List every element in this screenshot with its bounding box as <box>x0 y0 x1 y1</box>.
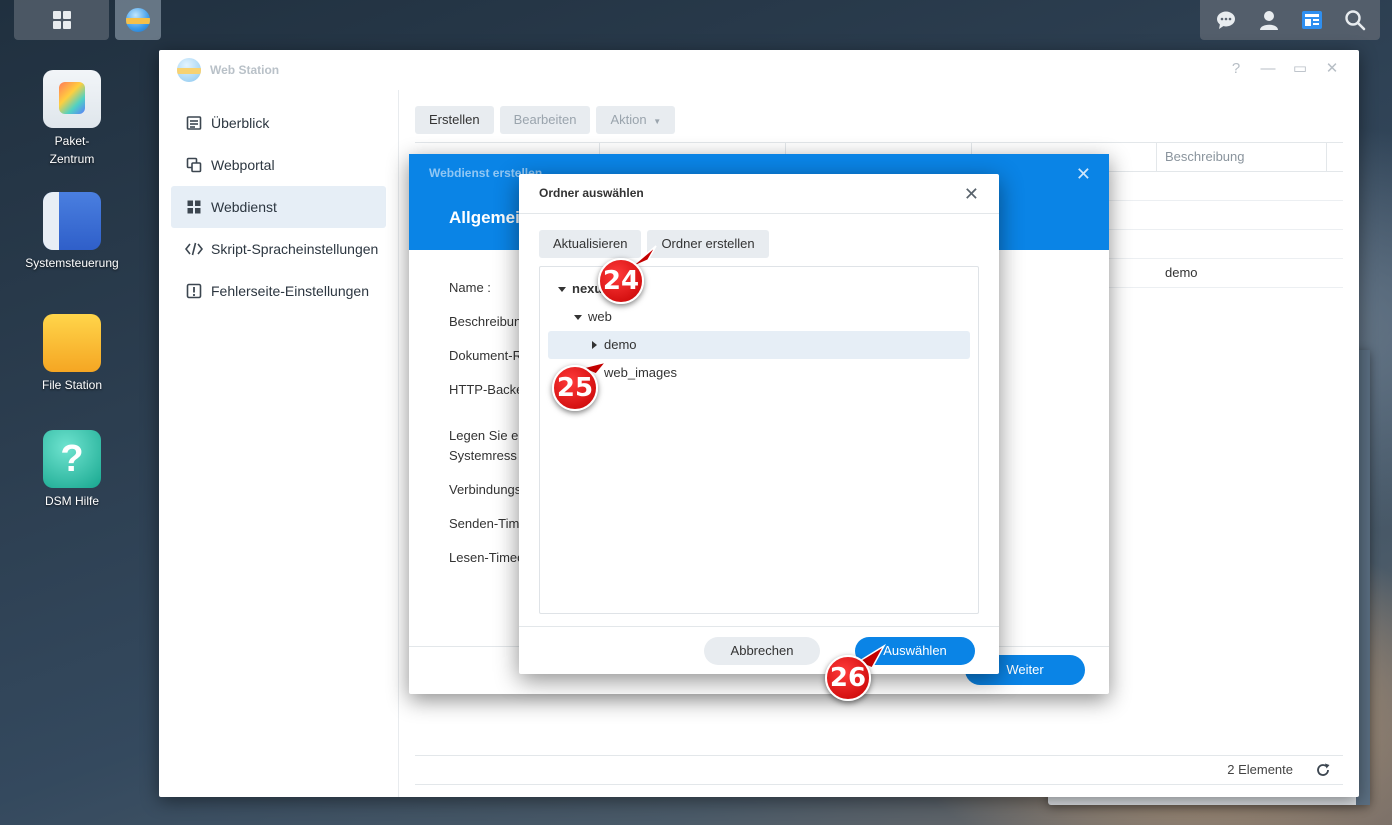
dialog-titlebar: Ordner auswählen ✕ <box>519 174 999 214</box>
table-footer: 2 Elemente <box>415 755 1343 785</box>
tree-node-label: demo <box>604 337 637 352</box>
tree-node-demo[interactable]: demo <box>548 331 970 359</box>
sidebar: Überblick Webportal Webdienst Skript-Spr… <box>159 90 399 797</box>
field-label-resources: Legen Sie e Systemress <box>449 428 519 463</box>
select-folder-dialog: Ordner auswählen ✕ Aktualisieren Ordner … <box>519 174 999 674</box>
table-header-description[interactable]: Beschreibung <box>1157 143 1327 171</box>
sidebar-item-script-language[interactable]: Skript-Spracheinstellungen <box>171 228 386 270</box>
toolbar: Erstellen Bearbeiten Aktion ▼ <box>415 106 676 134</box>
chevron-down-icon: ▼ <box>653 117 662 126</box>
cancel-button[interactable]: Abbrechen <box>704 637 820 665</box>
desktop-icon-label: DSM Hilfe <box>44 494 99 508</box>
action-button-label: Aktion <box>610 112 647 127</box>
folder-tree: nexu web demo web_images <box>539 266 979 614</box>
step-marker-25: 25 <box>552 365 598 411</box>
user-icon[interactable] <box>1257 8 1281 32</box>
main-menu-button[interactable] <box>14 0 109 40</box>
error-page-icon <box>185 282 203 300</box>
close-window-button[interactable]: ✕ <box>1323 60 1341 78</box>
step-marker-26: 26 <box>825 655 871 701</box>
help-button[interactable]: ? <box>1227 60 1245 78</box>
sidebar-item-label: Überblick <box>211 115 270 131</box>
close-icon[interactable]: ✕ <box>1076 164 1091 185</box>
sidebar-item-label: Skript-Spracheinstellungen <box>211 241 379 257</box>
maximize-button[interactable]: ▭ <box>1291 60 1309 78</box>
sidebar-item-error-page[interactable]: Fehlerseite-Einstellungen <box>171 270 386 312</box>
dialog-title: Ordner auswählen <box>539 186 644 200</box>
refresh-button[interactable]: Aktualisieren <box>539 230 642 258</box>
step-marker-24: 24 <box>598 258 644 304</box>
code-icon <box>185 240 203 258</box>
window-title: Web Station <box>210 63 280 77</box>
item-count: 2 Elemente <box>1227 762 1293 777</box>
edit-button[interactable]: Bearbeiten <box>499 106 591 134</box>
minimize-button[interactable]: — <box>1259 60 1277 78</box>
tree-node-web[interactable]: web <box>548 303 970 331</box>
sidebar-item-webportal[interactable]: Webportal <box>171 144 386 186</box>
field-label-document-root: Dokument-R <box>449 348 522 363</box>
tree-node-label: web_images <box>604 365 677 380</box>
window-titlebar[interactable]: Web Station ? — ▭ ✕ <box>159 50 1359 90</box>
create-button[interactable]: Erstellen <box>415 106 494 134</box>
field-label-http-backend: HTTP-Backe <box>449 382 524 397</box>
sidebar-item-label: Webdienst <box>211 199 277 215</box>
field-label-send-timeout: Senden-Tim <box>449 516 520 531</box>
table-cell-description: demo <box>1165 265 1198 280</box>
grid-icon <box>52 11 71 29</box>
widgets-icon[interactable] <box>1300 8 1324 32</box>
create-folder-button[interactable]: Ordner erstellen <box>647 230 769 258</box>
package-center-icon <box>43 70 101 128</box>
search-icon[interactable] <box>1343 8 1367 32</box>
desktop-icon-dsm-help[interactable]: ? DSM Hilfe <box>17 430 127 510</box>
refresh-icon[interactable] <box>1315 762 1331 778</box>
caret-down-icon[interactable] <box>558 287 566 292</box>
system-tray <box>1200 0 1380 40</box>
select-button[interactable]: Auswählen <box>855 637 975 665</box>
web-station-icon <box>126 8 150 32</box>
tree-node-web-images[interactable]: web_images <box>548 359 970 387</box>
sidebar-item-webdienst[interactable]: Webdienst <box>171 186 386 228</box>
desktop-icon-package-center[interactable]: Paket- Zentrum <box>17 70 127 168</box>
sidebar-item-overview[interactable]: Überblick <box>171 102 386 144</box>
desktop-icon-label: Systemsteuerung <box>25 256 119 270</box>
field-label-read-timeout: Lesen-Timeo <box>449 550 525 565</box>
close-icon[interactable]: ✕ <box>964 184 979 204</box>
desktop-icon-control-panel[interactable]: Systemsteuerung <box>17 192 127 272</box>
taskbar <box>14 0 161 40</box>
portal-icon <box>185 156 203 174</box>
service-icon <box>185 198 203 216</box>
dialog-toolbar: Aktualisieren Ordner erstellen <box>539 230 769 258</box>
tree-node-label: web <box>588 309 612 324</box>
caret-down-icon[interactable] <box>574 315 582 320</box>
sidebar-item-label: Fehlerseite-Einstellungen <box>211 283 369 299</box>
field-label-name: Name : <box>449 280 491 295</box>
field-label-connection: Verbindungs <box>449 482 522 497</box>
field-label-description: Beschreibun <box>449 314 522 329</box>
dialog-footer: Abbrechen Auswählen <box>519 626 999 674</box>
desktop-icon-label: Paket- Zentrum <box>49 134 95 166</box>
help-icon: ? <box>43 430 101 488</box>
window-controls: ? — ▭ ✕ <box>1227 60 1341 78</box>
action-button[interactable]: Aktion ▼ <box>596 106 676 134</box>
taskbar-web-station-button[interactable] <box>115 0 161 40</box>
sidebar-item-label: Webportal <box>211 157 275 173</box>
chat-icon[interactable] <box>1214 8 1238 32</box>
caret-right-icon[interactable] <box>592 341 597 349</box>
folder-icon <box>43 314 101 372</box>
web-station-logo-icon <box>177 58 201 82</box>
overview-icon <box>185 114 203 132</box>
desktop-icon-file-station[interactable]: File Station <box>17 306 127 394</box>
control-panel-icon <box>43 192 101 250</box>
desktop-icon-label: File Station <box>41 378 103 392</box>
